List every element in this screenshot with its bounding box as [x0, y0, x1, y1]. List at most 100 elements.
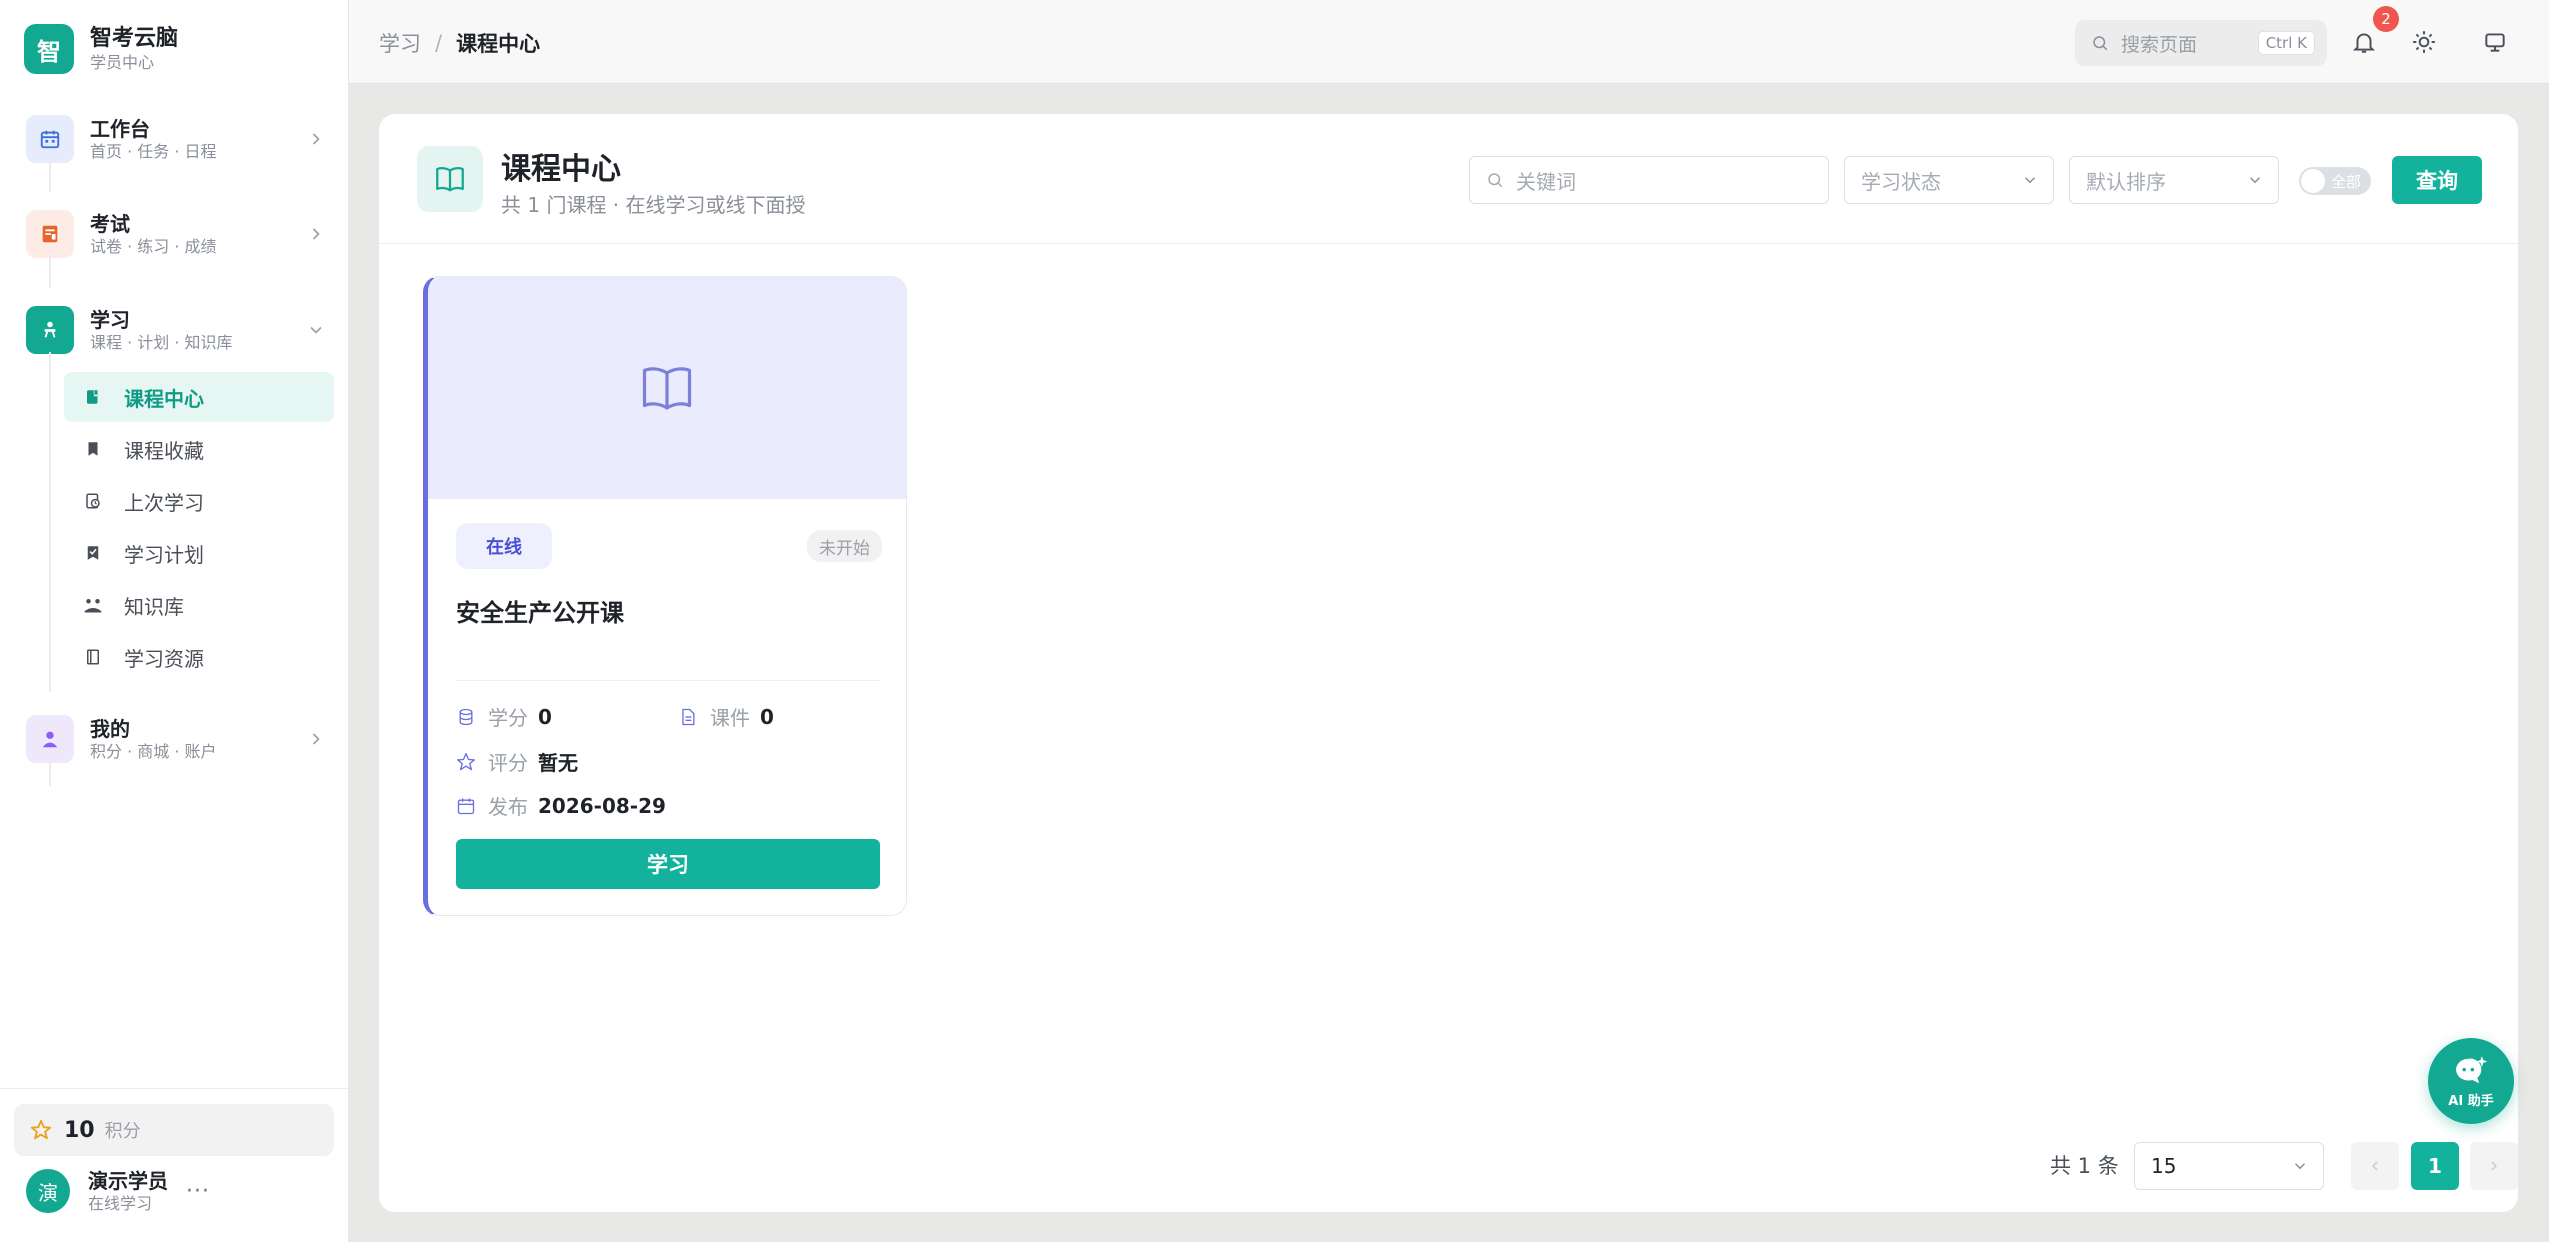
rating-value: 暂无 — [538, 751, 578, 775]
nav-title-mine: 我的 — [90, 717, 130, 741]
sidebar-item-label: 课程中心 — [124, 386, 204, 411]
brand-name: 智考云脑 — [90, 26, 179, 51]
sidebar-item-course-favorites[interactable]: 课程收藏 — [64, 424, 334, 474]
sort-value: 默认排序 — [2086, 169, 2166, 194]
history-book-icon — [82, 490, 104, 512]
brand[interactable]: 智 智考云脑 学员中心 — [24, 24, 178, 74]
breadcrumb: 学习 / 课程中心 — [379, 28, 540, 58]
courseware-value: 0 — [760, 704, 774, 729]
sidebar-item-study-plan[interactable]: 学习计划 — [64, 528, 334, 578]
toggle-label: 全部 — [2331, 172, 2362, 191]
bell-icon[interactable] — [2351, 29, 2377, 55]
page-subtitle: 共 1 门课程 · 在线学习或线下面授 — [501, 193, 806, 217]
people-book-icon — [82, 594, 104, 616]
page-number-button[interactable]: 1 — [2411, 1142, 2459, 1190]
rating-label: 评分 — [488, 751, 528, 775]
credit-label: 学分 — [488, 706, 528, 730]
nav-title-exam: 考试 — [90, 212, 130, 236]
page-search-input[interactable]: 搜索页面 Ctrl K — [2075, 20, 2327, 66]
breadcrumb-parent[interactable]: 学习 — [379, 28, 421, 58]
user-profile[interactable]: 演 演示学员 在线学习 ··· — [26, 1168, 210, 1214]
sidebar-item-label: 上次学习 — [124, 490, 204, 515]
sidebar-item-study-resources[interactable]: 学习资源 — [64, 632, 334, 682]
screen-icon[interactable] — [2482, 29, 2508, 55]
breadcrumb-separator: / — [435, 31, 443, 55]
ai-assistant-label: AI 助手 — [2448, 1093, 2494, 1109]
checked-bookmark-icon — [82, 542, 104, 564]
document-icon — [682, 708, 695, 725]
study-desk-icon — [26, 306, 74, 354]
database-icon — [459, 708, 473, 725]
course-card[interactable]: 在线 未开始 安全生产公开课 学分 0 课件 0 评分 暂无 发布 2026-0… — [423, 276, 907, 916]
bookmark-icon — [82, 438, 104, 460]
publish-date: 2026-08-29 — [538, 793, 666, 818]
nav-subtitle-study: 课程 · 计划 · 知识库 — [90, 333, 233, 352]
courseware-label: 课件 — [710, 706, 750, 730]
credit-meta: 学分 0 — [456, 702, 552, 731]
search-placeholder: 搜索页面 — [2121, 33, 2198, 56]
sun-icon[interactable] — [2411, 29, 2437, 55]
nav-title-study: 学习 — [90, 308, 130, 332]
sidebar-item-label: 学习资源 — [124, 646, 204, 671]
chevron-right-icon — [312, 733, 320, 745]
all-toggle[interactable]: 全部 — [2299, 167, 2371, 195]
study-status-select[interactable]: 学习状态 — [1844, 156, 2054, 204]
chevron-right-icon — [312, 228, 320, 240]
notification-badge: 2 — [2373, 6, 2399, 32]
shortcut-hint: Ctrl K — [2257, 31, 2315, 55]
page-size-value: 15 — [2151, 1154, 2177, 1178]
points-label: 积分 — [104, 1121, 141, 1142]
sidebar-item-label: 学习计划 — [124, 542, 204, 567]
ai-assistant-button[interactable]: AI 助手 — [2428, 1038, 2514, 1124]
page-title: 课程中心 — [501, 152, 621, 187]
page-header: 课程中心 共 1 门课程 · 在线学习或线下面授 关键词 学习状态 默认排序 全… — [379, 114, 2518, 244]
chevron-left-icon — [2372, 1161, 2378, 1171]
points-summary[interactable]: 10 积分 — [14, 1104, 334, 1156]
sidebar-item-last-study[interactable]: 上次学习 — [64, 476, 334, 526]
nav-group-workspace[interactable]: 工作台 首页 · 任务 · 日程 — [26, 113, 326, 165]
chevron-down-icon — [2294, 1163, 2306, 1170]
tree-line — [49, 160, 51, 192]
sidebar: 智 智考云脑 学员中心 工作台 首页 · 任务 · 日程 考试 试卷 · 练习 … — [0, 0, 349, 1242]
notebook-icon — [82, 646, 104, 668]
breadcrumb-current: 课程中心 — [456, 32, 541, 56]
page-size-select[interactable]: 15 — [2134, 1142, 2324, 1190]
search-icon — [1488, 173, 1503, 188]
nav-group-mine[interactable]: 我的 积分 · 商城 · 账户 — [26, 713, 326, 765]
sidebar-item-label: 课程收藏 — [124, 438, 204, 463]
chevron-right-icon — [312, 133, 320, 145]
next-page-button[interactable] — [2470, 1142, 2518, 1190]
points-value: 10 — [64, 1117, 95, 1143]
publish-label: 发布 — [488, 795, 528, 819]
chevron-right-icon — [2491, 1161, 2497, 1171]
chevron-down-icon — [2249, 177, 2261, 184]
study-status-value: 学习状态 — [1861, 169, 1941, 194]
user-status: 在线学习 — [88, 1194, 153, 1213]
total-count: 共 1 条 — [2050, 1154, 2119, 1178]
brand-logo: 智 — [24, 24, 74, 74]
rating-meta: 评分 暂无 — [456, 747, 578, 776]
prev-page-button[interactable] — [2351, 1142, 2399, 1190]
sort-select[interactable]: 默认排序 — [2069, 156, 2279, 204]
keyword-input[interactable]: 关键词 — [1469, 156, 1829, 204]
study-button[interactable]: 学习 — [456, 839, 880, 889]
user-icon — [26, 715, 74, 763]
publish-meta: 发布 2026-08-29 — [456, 791, 666, 820]
more-options-icon[interactable]: ··· — [186, 1179, 210, 1204]
query-button[interactable]: 查询 — [2392, 156, 2482, 204]
course-cover — [428, 277, 906, 499]
status-badge: 未开始 — [807, 530, 882, 562]
sidebar-item-course-center[interactable]: 课程中心 — [64, 372, 334, 422]
toggle-knob — [2301, 169, 2325, 193]
calendar-icon — [457, 798, 475, 814]
nav-subtitle-workspace: 首页 · 任务 · 日程 — [90, 142, 217, 161]
open-book-icon — [642, 367, 692, 410]
mode-tag: 在线 — [456, 523, 552, 569]
courseware-meta: 课件 0 — [678, 702, 774, 731]
nav-group-exam[interactable]: 考试 试卷 · 练习 · 成绩 — [26, 208, 326, 260]
keyword-placeholder: 关键词 — [1516, 169, 1576, 194]
sidebar-divider — [0, 1088, 349, 1089]
sidebar-item-knowledge-base[interactable]: 知识库 — [64, 580, 334, 630]
course-title[interactable]: 安全生产公开课 — [456, 593, 624, 628]
nav-group-study[interactable]: 学习 课程 · 计划 · 知识库 — [26, 304, 326, 356]
